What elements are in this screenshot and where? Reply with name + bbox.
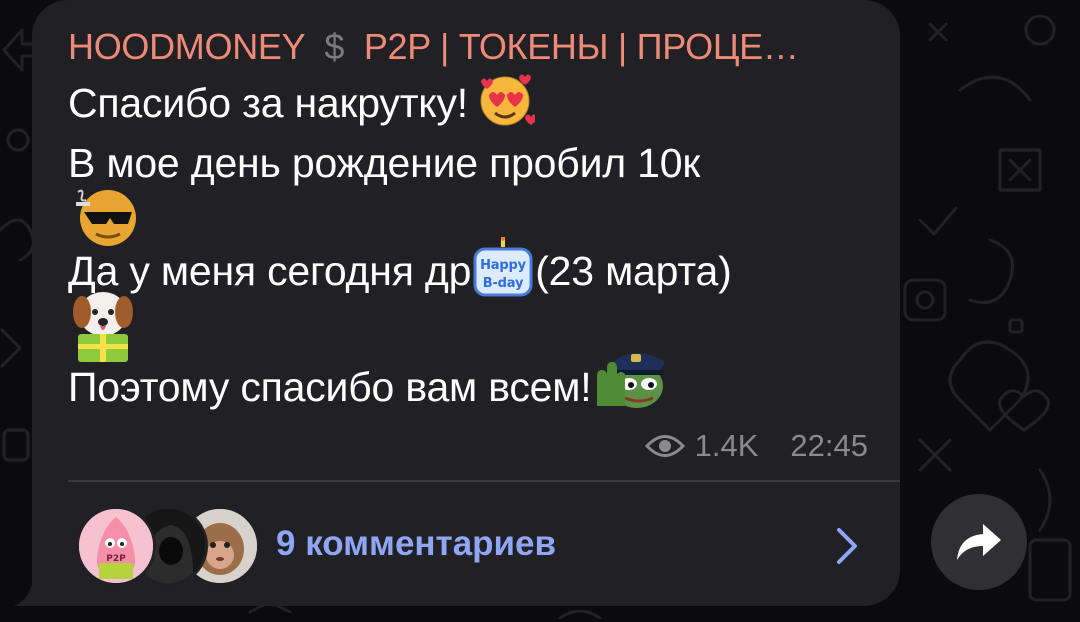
message-text: (23 марта)	[535, 248, 732, 294]
share-arrow-icon	[957, 524, 1001, 560]
message-line-1: Спасибо за накрутку!	[68, 74, 536, 129]
share-button[interactable]	[931, 494, 1027, 590]
avatar: P2P	[76, 506, 156, 586]
avatar-badge-text: P2P	[106, 554, 126, 564]
puppy-gift-emoji	[73, 292, 133, 362]
message-line-2: В мое день рождение пробил 10к	[68, 140, 700, 187]
message-text: Спасибо за накрутку!	[68, 80, 468, 126]
views-count: 1.4K	[694, 428, 759, 463]
comments-count-label: 9 комментариев	[276, 524, 557, 563]
channel-name[interactable]: HOODMONEY $ P2P | ТОКЕНЫ | ПРОЦЕ…	[68, 26, 888, 68]
message-text: Поэтому спасибо вам всем!	[68, 364, 592, 410]
dollar-icon: $	[324, 26, 345, 67]
commenter-avatars: P2P	[76, 506, 260, 586]
pepe-police-wave-emoji	[597, 353, 666, 409]
svg-text:B-day: B-day	[483, 276, 524, 291]
comments-button[interactable]: P2P 9 комментариев	[32, 482, 900, 606]
svg-text:Happy: Happy	[480, 258, 526, 273]
eye-icon	[644, 435, 685, 457]
post-time: 22:45	[790, 428, 868, 463]
message-text: В мое день рождение пробил 10к	[68, 140, 701, 186]
post-meta: 1.4K 22:45	[644, 428, 868, 464]
channel-name-main: HOODMONEY	[68, 26, 305, 67]
channel-name-rest: P2P | ТОКЕНЫ | ПРОЦЕ…	[363, 26, 799, 67]
message-line-3: Да у меня сегодня др Happy B-day (23 мар…	[68, 237, 732, 299]
happy-bday-cake-emoji: Happy B-day	[473, 237, 533, 297]
chevron-right-icon	[837, 528, 857, 564]
channel-post-bubble: HOODMONEY $ P2P | ТОКЕНЫ | ПРОЦЕ… Спасиб…	[32, 0, 900, 606]
message-line-4: Поэтому спасибо вам всем!	[68, 353, 669, 411]
patrick-avatar-image: P2P	[79, 509, 153, 583]
smiling-face-with-hearts-emoji	[480, 74, 536, 126]
cool-smoking-face-emoji	[76, 189, 136, 246]
